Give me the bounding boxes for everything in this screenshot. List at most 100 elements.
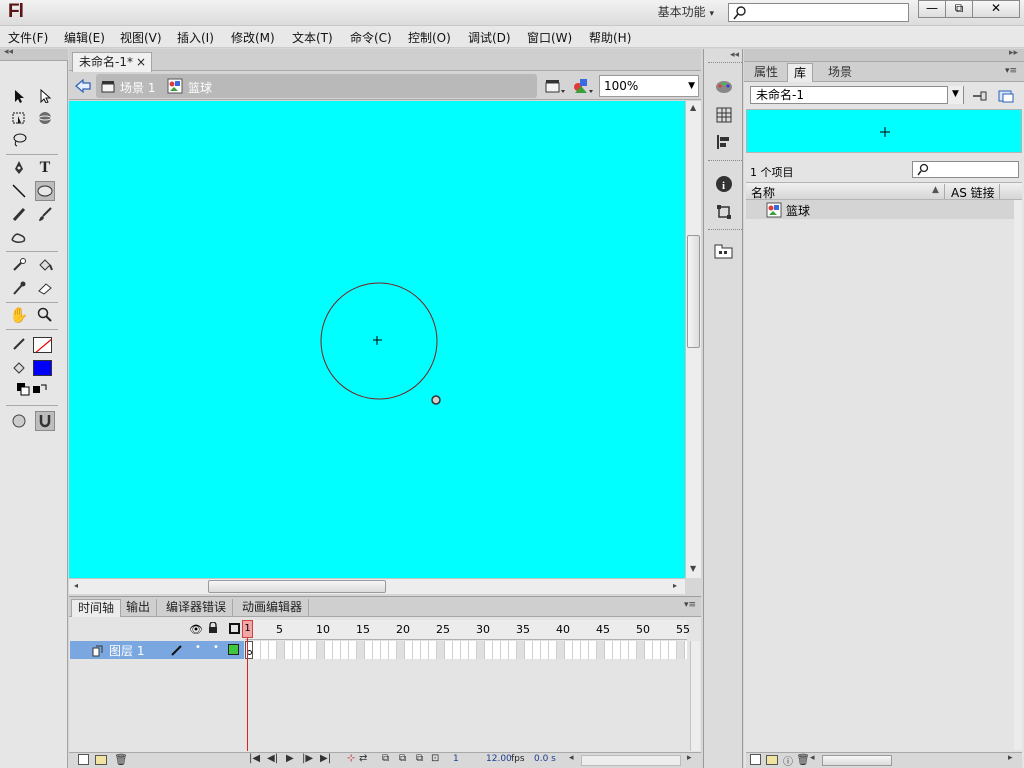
center-frame-icon[interactable]: ⊹ — [347, 753, 355, 764]
timeline-horizontal-scrollbar[interactable] — [581, 755, 681, 766]
scroll-down-icon[interactable]: ▼ — [690, 564, 696, 573]
paint-bucket-tool-icon[interactable] — [35, 255, 55, 275]
new-folder-icon[interactable] — [766, 755, 778, 765]
stroke-color-icon[interactable] — [9, 334, 29, 354]
delete-layer-icon[interactable]: 🗑 — [114, 753, 128, 766]
panel-menu-icon[interactable]: ▾≡ — [684, 600, 696, 610]
horizontal-scroll-thumb[interactable] — [208, 580, 386, 593]
pen-tool-icon[interactable] — [9, 158, 29, 178]
tab-library[interactable]: 库 — [787, 63, 814, 82]
go-last-frame-icon[interactable]: ▶| — [320, 753, 331, 764]
line-tool-icon[interactable] — [9, 181, 29, 201]
menu-control[interactable]: 控制(O) — [408, 29, 451, 46]
fill-color-swatch[interactable] — [33, 360, 52, 376]
eyedropper-tool-icon[interactable] — [9, 278, 29, 298]
lasso-tool-icon[interactable] — [9, 130, 29, 150]
step-forward-icon[interactable]: |▶ — [302, 753, 313, 764]
new-layer-icon[interactable] — [78, 754, 89, 765]
menu-text[interactable]: 文本(T) — [292, 29, 333, 46]
tab-scene[interactable]: 场景 — [822, 63, 858, 82]
new-library-panel-icon[interactable] — [997, 88, 1015, 104]
bone-tool-icon[interactable] — [9, 255, 29, 275]
help-search-input[interactable] — [728, 3, 909, 22]
eye-icon[interactable]: 👁 — [189, 623, 203, 636]
close-tab-icon[interactable]: × — [136, 53, 146, 71]
menu-modify[interactable]: 修改(M) — [231, 29, 275, 46]
restore-button[interactable]: ⧉ — [945, 0, 973, 18]
timeline-vertical-scrollbar[interactable] — [690, 641, 700, 751]
library-search-input[interactable] — [912, 161, 1019, 178]
stroke-color-swatch[interactable] — [33, 337, 52, 353]
layer-color-icon[interactable] — [228, 644, 239, 655]
transform-icon[interactable] — [712, 201, 736, 223]
menu-file[interactable]: 文件(F) — [8, 29, 48, 46]
visibility-dot-icon[interactable]: • — [195, 642, 201, 653]
edit-scene-icon[interactable] — [544, 77, 566, 95]
column-as-linkage[interactable]: AS 链接 — [951, 184, 995, 201]
fill-color-icon[interactable] — [9, 358, 29, 378]
right-panel-grip[interactable]: ▸▸ — [744, 48, 1024, 62]
hand-tool-icon[interactable]: ✋ — [9, 305, 29, 325]
scroll-up-icon[interactable]: ▲ — [690, 103, 696, 112]
info-icon[interactable]: i — [712, 173, 736, 195]
library-item-row[interactable]: 篮球 — [746, 200, 1022, 219]
column-name[interactable]: 名称 — [751, 184, 775, 201]
panel-menu-icon[interactable]: ▾≡ — [1005, 66, 1017, 76]
back-arrow-icon[interactable] — [74, 77, 92, 95]
play-icon[interactable]: ▶ — [286, 753, 294, 764]
menu-view[interactable]: 视图(V) — [120, 29, 162, 46]
library-document-select[interactable]: 未命名-1 ▼ — [750, 86, 964, 104]
brush-tool-icon[interactable] — [35, 204, 55, 224]
breadcrumb-scene[interactable]: 场景 1 — [120, 79, 155, 96]
selection-tool-icon[interactable] — [9, 86, 29, 106]
tab-compiler-errors[interactable]: 编译器错误 — [160, 599, 234, 617]
snap-magnet-icon[interactable] — [35, 411, 55, 431]
pencil-tool-icon[interactable] — [9, 204, 29, 224]
vertical-scroll-thumb[interactable] — [687, 235, 700, 348]
tab-motion-editor[interactable]: 动画编辑器 — [236, 599, 310, 617]
onion-skin-outlines-icon[interactable]: ⧉ — [399, 753, 406, 764]
scroll-left-icon[interactable]: ◂ — [569, 753, 574, 763]
deco-tool-icon[interactable] — [9, 227, 29, 247]
lock-dot-icon[interactable]: • — [213, 642, 219, 653]
swap-colors-icon[interactable] — [32, 381, 48, 397]
zoom-tool-icon[interactable] — [35, 305, 55, 325]
menu-insert[interactable]: 插入(I) — [177, 29, 214, 46]
text-tool-icon[interactable]: T — [35, 158, 55, 178]
edit-multiple-frames-icon[interactable]: ⧉ — [416, 753, 423, 764]
lock-icon[interactable] — [208, 621, 218, 637]
menu-commands[interactable]: 命令(C) — [350, 29, 392, 46]
stage-horizontal-scrollbar[interactable]: ◂ ▸ — [69, 578, 685, 594]
collapse-arrows-icon[interactable]: ◂◂ — [4, 47, 13, 57]
scroll-right-icon[interactable]: ▸ — [673, 581, 677, 590]
library-vertical-scrollbar[interactable] — [1014, 200, 1022, 750]
color-palette-icon[interactable] — [712, 76, 736, 98]
3d-rotation-tool-icon[interactable] — [35, 108, 55, 128]
frame-ruler[interactable] — [245, 620, 687, 640]
delete-item-icon[interactable]: 🗑 — [796, 753, 810, 766]
tab-output[interactable]: 输出 — [120, 599, 158, 617]
layer-row[interactable]: 图层 1 • • — [70, 641, 244, 659]
menu-edit[interactable]: 编辑(E) — [64, 29, 105, 46]
edit-symbols-icon[interactable] — [571, 76, 595, 96]
circle-outline[interactable] — [320, 282, 438, 400]
tab-properties[interactable]: 属性 — [748, 63, 784, 82]
menu-debug[interactable]: 调试(D) — [468, 29, 511, 46]
close-button[interactable]: ✕ — [972, 0, 1020, 18]
collapse-arrows-icon[interactable]: ◂◂ — [730, 50, 739, 60]
breadcrumb-symbol[interactable]: 篮球 — [188, 79, 212, 96]
transform-point-icon[interactable] — [431, 395, 441, 405]
stage[interactable] — [69, 101, 685, 578]
new-folder-icon[interactable] — [95, 755, 107, 765]
scroll-left-icon[interactable]: ◂ — [810, 753, 815, 763]
go-first-frame-icon[interactable]: |◀ — [249, 753, 260, 764]
components-icon[interactable] — [712, 240, 736, 262]
layer-name[interactable]: 图层 1 — [109, 642, 144, 659]
oval-tool-icon[interactable] — [35, 181, 55, 201]
free-transform-tool-icon[interactable] — [9, 108, 29, 128]
sort-up-icon[interactable]: ▲ — [932, 185, 939, 195]
playhead[interactable]: 1 — [242, 620, 253, 638]
step-back-icon[interactable]: ◀| — [267, 753, 278, 764]
frame-rate[interactable]: 12.00 — [486, 754, 512, 764]
outline-icon[interactable] — [229, 623, 240, 634]
